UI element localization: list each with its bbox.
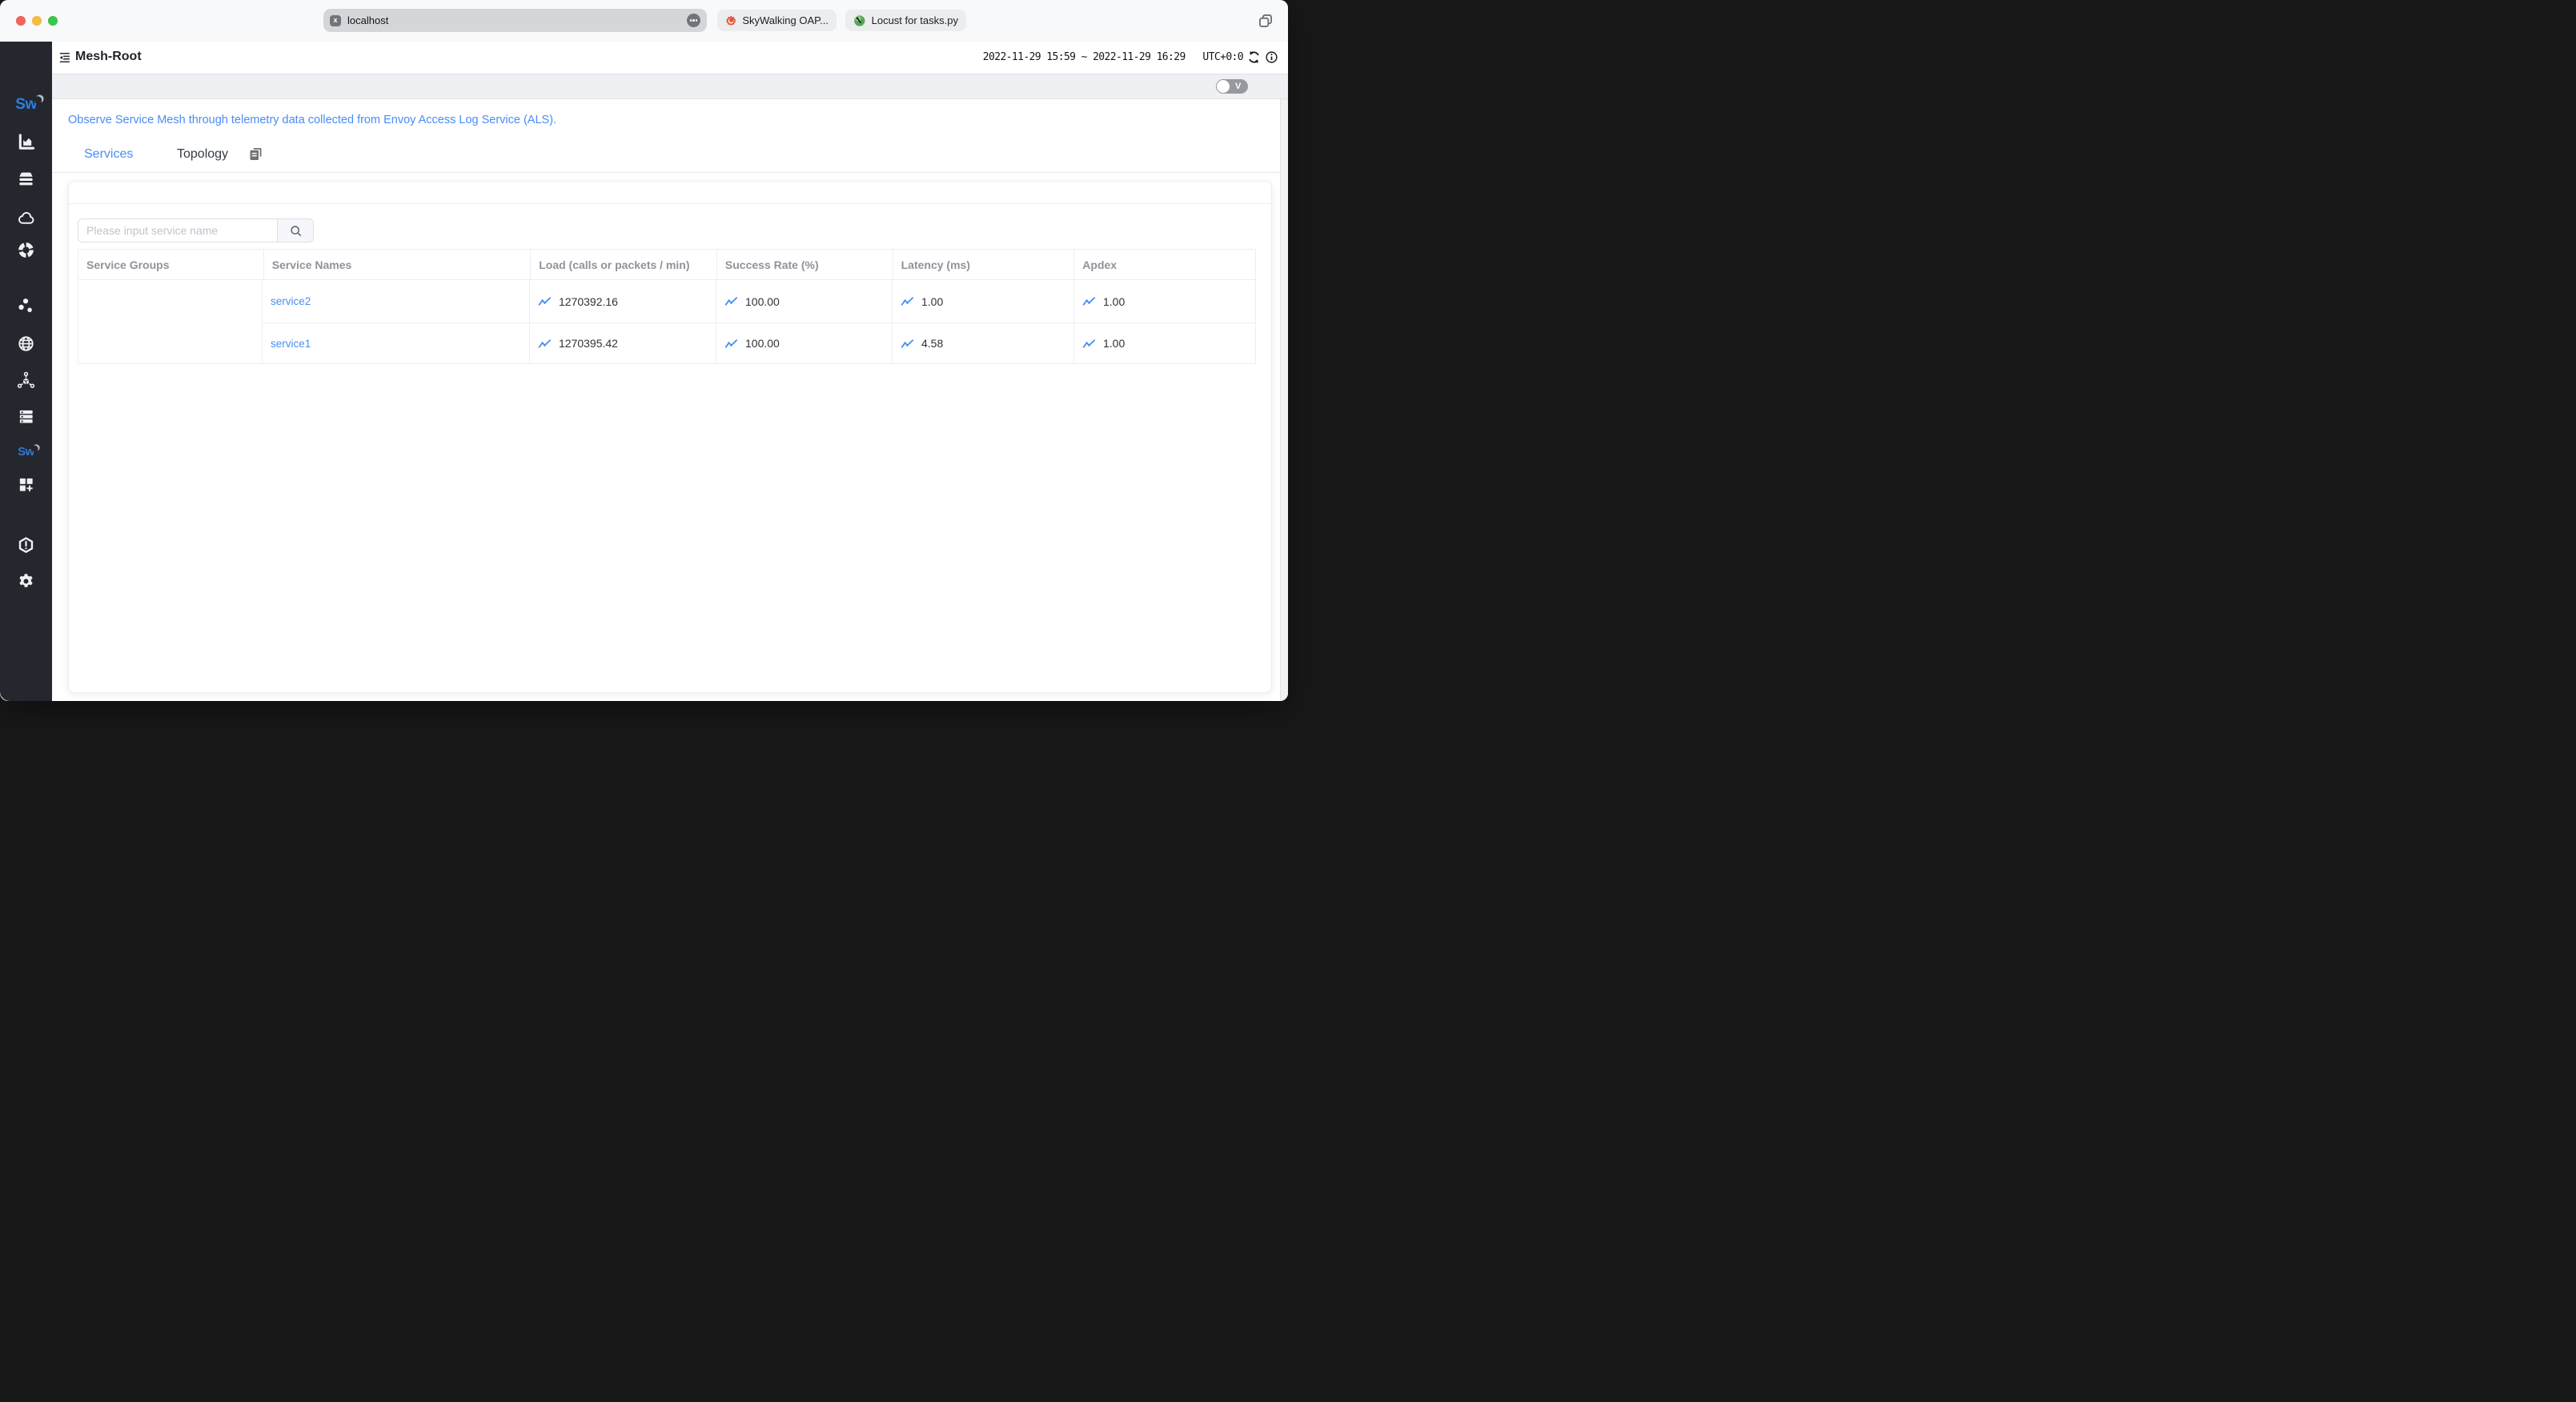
tab-services[interactable]: Services	[84, 147, 133, 162]
pinned-tab-label: SkyWalking OAP...	[742, 14, 829, 26]
copy-document-icon[interactable]	[248, 146, 263, 162]
line-chart-icon[interactable]	[901, 337, 914, 350]
sidebar-item-scatter-dots-icon[interactable]	[17, 297, 35, 315]
apdex-value: 1.00	[1103, 337, 1125, 350]
service-search	[78, 218, 314, 242]
pinned-tab-locust[interactable]: Locust for tasks.py	[845, 10, 966, 31]
line-chart-icon[interactable]	[1082, 294, 1096, 308]
toggle-knob	[1217, 80, 1230, 93]
service-name-cell: service2	[263, 280, 530, 322]
column-header-load[interactable]: Load (calls or packets / min)	[531, 250, 717, 280]
sidebar-item-dashboard-grid-plus-icon[interactable]	[17, 475, 35, 494]
latency-cell: 4.58	[893, 323, 1074, 363]
browser-chrome: x localhost SkyWalking OAP... Locust for…	[0, 0, 1288, 42]
mesh-description: Observe Service Mesh through telemetry d…	[68, 114, 557, 126]
close-window-button[interactable]	[16, 16, 26, 26]
line-chart-icon[interactable]	[538, 337, 552, 350]
logo-text: Sw	[15, 96, 37, 113]
line-chart-icon[interactable]	[724, 337, 738, 350]
tab-topology[interactable]: Topology	[177, 147, 228, 162]
locust-favicon-icon	[854, 14, 865, 26]
column-header-latency[interactable]: Latency (ms)	[893, 250, 1075, 280]
sidebar-item-database-icon[interactable]	[17, 170, 35, 188]
mini-logo-crescent-icon	[32, 444, 40, 451]
page-header: Mesh-Root 2022-11-29 15:59 ~ 2022-11-29 …	[52, 42, 1288, 74]
services-table: Service Groups Service Names Load (calls…	[78, 249, 1256, 364]
load-value: 1270392.16	[559, 294, 618, 308]
search-button[interactable]	[277, 218, 314, 242]
card-header	[69, 182, 1271, 204]
sidebar-item-globe-icon[interactable]	[17, 334, 35, 353]
column-header-service-groups[interactable]: Service Groups	[78, 250, 264, 280]
zoom-window-button[interactable]	[48, 16, 58, 26]
timezone-text: UTC+0:0	[1202, 51, 1243, 63]
address-bar[interactable]: x localhost	[323, 9, 707, 32]
toggle-label: V	[1235, 82, 1242, 91]
sidebar-item-donut-chart-icon[interactable]	[17, 241, 35, 259]
latency-value: 4.58	[921, 337, 944, 350]
line-chart-icon[interactable]	[1082, 337, 1096, 350]
search-icon	[290, 225, 301, 236]
skywalking-logo[interactable]: Sw	[0, 94, 52, 114]
more-options-icon[interactable]	[687, 14, 700, 27]
tabs-bar: Services Topology	[52, 138, 1280, 173]
services-card: Service Groups Service Names Load (calls…	[68, 181, 1272, 693]
copy-tabs-icon[interactable]	[1258, 13, 1274, 29]
line-chart-icon[interactable]	[901, 294, 914, 308]
menu-fold-icon[interactable]	[58, 50, 71, 64]
info-icon[interactable]	[1265, 50, 1278, 64]
success-rate-cell: 100.00	[716, 280, 893, 322]
logo-crescent-icon	[34, 94, 44, 103]
sidebar-item-cloud-icon[interactable]	[17, 209, 35, 227]
sidebar-item-settings-gear-icon[interactable]	[17, 572, 35, 591]
load-cell: 1270395.42	[530, 323, 716, 363]
service-link[interactable]: service2	[271, 295, 311, 307]
secondary-toolbar: V	[52, 74, 1288, 99]
minimize-window-button[interactable]	[32, 16, 42, 26]
table-row-service1: service1 1270395.42 100.00 4.58 1.00	[263, 323, 1255, 363]
sidebar: Sw Sw	[0, 42, 52, 701]
service-group-cell	[78, 280, 263, 363]
sidebar-item-skywalking-mini-logo[interactable]: Sw	[0, 444, 52, 459]
sidebar-item-alert-hexagon-icon[interactable]	[17, 536, 35, 555]
success-rate-cell: 100.00	[716, 323, 893, 363]
sidebar-item-service-mesh-icon[interactable]	[17, 371, 35, 390]
success-rate-value: 100.00	[745, 337, 780, 350]
sidebar-item-dashboard-chart-icon[interactable]	[17, 133, 35, 151]
latency-cell: 1.00	[893, 280, 1074, 322]
pinned-tab-label: Locust for tasks.py	[871, 14, 958, 26]
mini-logo-text: Sw	[18, 445, 34, 459]
url-text: localhost	[347, 14, 389, 26]
table-header-row: Service Groups Service Names Load (calls…	[78, 250, 1255, 280]
sidebar-item-server-list-icon[interactable]	[17, 407, 35, 426]
version-toggle[interactable]: V	[1216, 79, 1248, 94]
refresh-icon[interactable]	[1247, 50, 1261, 64]
time-range-text: 2022-11-29 15:59 ~ 2022-11-29 16:29	[982, 51, 1186, 63]
line-chart-icon[interactable]	[724, 294, 738, 308]
apdex-cell: 1.00	[1074, 323, 1255, 363]
success-rate-value: 100.00	[745, 294, 780, 308]
service-name-cell: service1	[263, 323, 530, 363]
latency-value: 1.00	[921, 294, 944, 308]
load-value: 1270395.42	[559, 337, 618, 350]
apdex-cell: 1.00	[1074, 280, 1255, 322]
skywalking-favicon-icon	[726, 15, 736, 26]
search-input[interactable]	[78, 218, 278, 242]
time-range[interactable]: 2022-11-29 15:59 ~ 2022-11-29 16:29 UTC+…	[982, 51, 1244, 63]
table-body: service2 1270392.16 100.00 1.00 1.00 ser…	[78, 280, 1255, 363]
service-link[interactable]: service1	[271, 338, 311, 350]
main-content: Mesh-Root 2022-11-29 15:59 ~ 2022-11-29 …	[52, 42, 1288, 701]
column-header-apdex[interactable]: Apdex	[1074, 250, 1255, 280]
column-header-success-rate[interactable]: Success Rate (%)	[716, 250, 893, 280]
load-cell: 1270392.16	[530, 280, 716, 322]
table-row-service2: service2 1270392.16 100.00 1.00 1.00	[263, 280, 1255, 323]
line-chart-icon[interactable]	[538, 294, 552, 308]
url-badge-icon: x	[330, 14, 341, 26]
browser-window: x localhost SkyWalking OAP... Locust for…	[0, 0, 1288, 701]
pinned-tab-skywalking[interactable]: SkyWalking OAP...	[717, 10, 837, 31]
apdex-value: 1.00	[1103, 294, 1125, 308]
page-title: Mesh-Root	[75, 50, 142, 63]
column-header-service-names[interactable]: Service Names	[263, 250, 532, 280]
scrollbar-track[interactable]	[1280, 99, 1288, 701]
